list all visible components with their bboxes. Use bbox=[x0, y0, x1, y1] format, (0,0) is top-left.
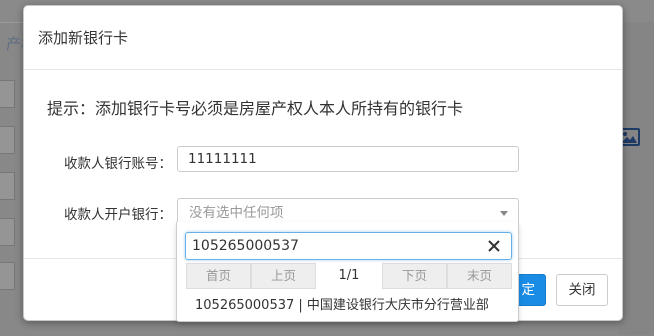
dialog-header: 添加新银行卡 bbox=[24, 6, 622, 70]
dialog-title: 添加新银行卡 bbox=[38, 29, 129, 47]
background-field bbox=[0, 262, 15, 290]
background-field bbox=[0, 218, 15, 246]
pager-last-button[interactable]: 末页 bbox=[447, 263, 512, 289]
chevron-down-icon bbox=[500, 211, 508, 216]
pager-current-page: 1/1 bbox=[316, 263, 382, 289]
close-icon[interactable] bbox=[485, 236, 503, 256]
hint-text: 提示：添加银行卡号必须是房屋产权人本人所持有的银行卡 bbox=[47, 99, 464, 118]
background-right-area bbox=[619, 22, 654, 335]
background-field bbox=[0, 172, 15, 200]
background-field bbox=[0, 126, 15, 154]
bank-option[interactable]: 105265000537 | 中国建设银行大庆市分行营业部 bbox=[177, 293, 518, 319]
pager-first-button[interactable]: 首页 bbox=[186, 263, 251, 289]
dropdown-pager: 首页 上页 1/1 下页 末页 bbox=[186, 263, 512, 289]
close-button[interactable]: 关闭 bbox=[556, 274, 608, 306]
background-field bbox=[0, 80, 15, 108]
pager-prev-button[interactable]: 上页 bbox=[251, 263, 316, 289]
account-number-input[interactable]: 11111111 bbox=[177, 146, 519, 172]
bank-search-value: 105265000537 bbox=[192, 238, 299, 254]
pager-next-button[interactable]: 下页 bbox=[382, 263, 447, 289]
bank-search-input[interactable]: 105265000537 bbox=[185, 232, 512, 260]
bank-select-placeholder: 没有选中任何项 bbox=[189, 205, 284, 221]
account-label: 收款人银行账号： bbox=[64, 156, 172, 172]
bank-dropdown-panel: 105265000537 首页 上页 1/1 下页 末页 10526500053… bbox=[176, 222, 519, 322]
bank-label: 收款人开户银行： bbox=[64, 207, 172, 223]
